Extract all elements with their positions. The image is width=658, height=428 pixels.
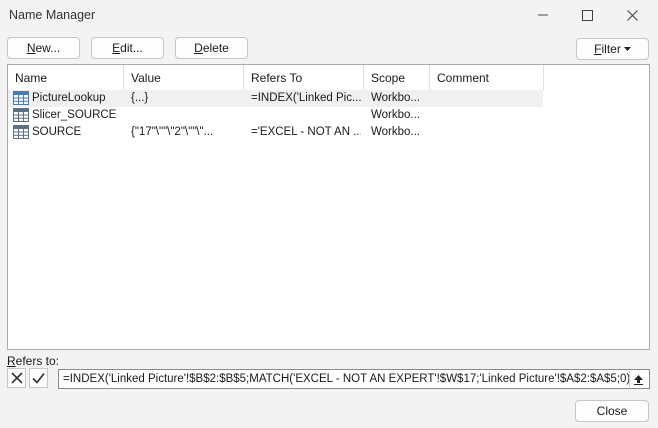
dropdown-arrow-icon <box>623 47 631 51</box>
row-name: SOURCE <box>32 126 82 138</box>
refers-to-value: =INDEX('Linked Picture'!$B$2:$B$5;MATCH(… <box>63 373 635 385</box>
row-refers-to: ='EXCEL - NOT AN ... <box>251 126 361 138</box>
row-value: {...} <box>131 92 149 104</box>
column-header-comment[interactable]: Comment <box>430 65 544 90</box>
cancel-x-icon <box>10 372 23 384</box>
title-bar: Name Manager <box>0 0 658 30</box>
refers-to-label: Refers to: <box>7 354 59 368</box>
filter-button-label: ilter <box>601 42 621 56</box>
column-header-name[interactable]: Name <box>8 65 124 90</box>
refers-to-accel: R <box>7 354 16 368</box>
row-value: {"17"\""\"2"\""\"... <box>131 126 214 138</box>
new-button[interactable]: New... <box>7 37 80 59</box>
window-title: Name Manager <box>9 8 96 22</box>
delete-button-accel: D <box>194 41 203 55</box>
row-refers-to: =INDEX('Linked Pic... <box>251 92 361 104</box>
cancel-edit-button[interactable] <box>7 368 26 388</box>
delete-button-label: elete <box>202 41 229 55</box>
column-header-refers-to[interactable]: Refers To <box>244 65 364 90</box>
row-value <box>131 108 241 123</box>
row-comment <box>437 108 541 123</box>
row-refers-to <box>251 108 361 123</box>
refers-to-input[interactable]: =INDEX('Linked Picture'!$B$2:$B$5;MATCH(… <box>58 369 650 389</box>
collapse-dialog-icon <box>634 374 643 385</box>
table-icon <box>13 91 29 105</box>
edit-button[interactable]: Edit... <box>91 37 164 59</box>
row-scope: Workbo... <box>371 109 420 121</box>
table-row[interactable]: PictureLookup {...} =INDEX('Linked Pic..… <box>8 90 543 107</box>
edit-button-label: dit... <box>120 41 143 55</box>
close-icon <box>626 9 638 21</box>
row-name: Slicer_SOURCE <box>32 109 117 121</box>
row-scope: Workbo... <box>371 126 420 138</box>
minimize-icon <box>538 14 548 16</box>
table-icon <box>13 125 29 139</box>
row-name: PictureLookup <box>32 92 106 104</box>
row-comment <box>437 91 541 106</box>
maximize-icon <box>581 9 593 21</box>
confirm-edit-button[interactable] <box>29 368 48 388</box>
minimize-button[interactable] <box>521 0 565 30</box>
row-scope: Workbo... <box>371 92 420 104</box>
names-list[interactable]: Name Value Refers To Scope Comment Pictu… <box>7 64 650 350</box>
edit-button-accel: E <box>112 41 121 55</box>
row-comment <box>437 125 541 140</box>
refers-to-label-text: efers to: <box>15 354 60 368</box>
filter-button-accel: F <box>594 42 602 56</box>
new-button-accel: N <box>26 41 36 55</box>
table-icon <box>13 108 29 122</box>
table-row[interactable]: Slicer_SOURCE Workbo... <box>8 107 543 124</box>
maximize-button[interactable] <box>565 0 609 30</box>
new-button-label: ew... <box>35 41 61 55</box>
checkmark-icon <box>32 372 45 384</box>
table-row[interactable]: SOURCE {"17"\""\"2"\""\"... ='EXCEL - NO… <box>8 124 543 141</box>
column-header-value[interactable]: Value <box>124 65 244 90</box>
delete-button[interactable]: Delete <box>175 37 248 59</box>
filter-button[interactable]: Filter <box>576 38 649 60</box>
close-button[interactable]: Close <box>575 400 649 422</box>
collapse-dialog-button[interactable] <box>629 371 647 387</box>
column-header-scope[interactable]: Scope <box>364 65 430 90</box>
close-window-button[interactable] <box>610 0 654 30</box>
